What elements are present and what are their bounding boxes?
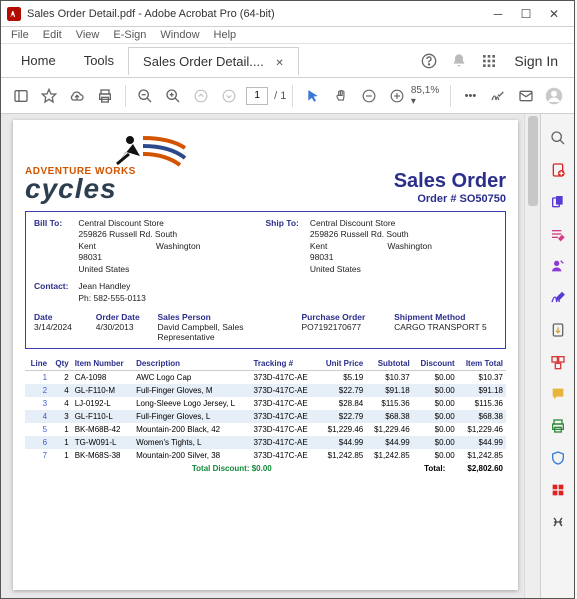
titlebar: Sales Order Detail.pdf - Adobe Acrobat P… [1,1,574,27]
toolbar: / 1 85,1% ▾ ••• [1,78,574,114]
combine-files-icon[interactable] [548,192,568,212]
vertical-scrollbar[interactable] [524,114,540,598]
tab-home[interactable]: Home [7,47,70,74]
tab-tools[interactable]: Tools [70,47,128,74]
tabs-row: Home Tools Sales Order Detail.... ✕ Sign… [1,44,574,78]
order-title: Sales Order [394,170,506,193]
menu-help[interactable]: Help [214,29,237,41]
menu-window[interactable]: Window [160,29,199,41]
app-window: Sales Order Detail.pdf - Adobe Acrobat P… [0,0,575,599]
zoom-in-button[interactable] [387,85,407,107]
menu-esign[interactable]: E-Sign [113,29,146,41]
mail-icon[interactable] [516,85,536,107]
sign-in-link[interactable]: Sign In [504,53,568,69]
items-table: Line Qty Item Number Description Trackin… [25,357,506,462]
total-value: $2,802.60 [448,462,506,475]
table-row: 43GL-F110-LFull-Finger Gloves, L373D-417… [25,410,506,423]
fill-sign-icon[interactable] [548,288,568,308]
logo: ADVENTURE WORKS cycles [25,130,225,205]
redact-icon[interactable] [548,512,568,532]
app-icon [7,7,21,21]
apps-grid-icon[interactable] [478,50,500,72]
table-row: 51BK-M68B-42Mountain-200 Black, 42373D-4… [25,423,506,436]
order-title-block: Sales Order Order # SO50750 [394,170,506,205]
right-tool-rail [540,114,574,598]
table-row: 12CA-1098AWC Logo Cap373D-417C-AE$5.19$1… [25,371,506,385]
print-icon[interactable] [95,85,115,107]
account-icon[interactable] [544,85,564,107]
table-row: 24GL-F110-MFull-Finger Gloves, M373D-417… [25,384,506,397]
maximize-button[interactable]: ☐ [512,7,540,21]
select-tool-icon[interactable] [303,85,323,107]
menu-file[interactable]: File [11,29,29,41]
page-up-icon[interactable] [191,85,211,107]
menu-view[interactable]: View [76,29,100,41]
request-sign-icon[interactable] [548,256,568,276]
table-header-row: Line Qty Item Number Description Trackin… [25,357,506,371]
menu-bar: File Edit View E-Sign Window Help [1,27,574,44]
contact-info: Jean Handley Ph: 582-555-0113 [78,281,145,304]
page-viewport[interactable]: ADVENTURE WORKS cycles Sales Order Order… [1,114,524,598]
table-row: 34LJ-0192-LLong-Sleeve Logo Jersey, L373… [25,397,506,410]
edit-pdf-icon[interactable] [548,224,568,244]
contact-label: Contact: [34,281,76,291]
table-row: 61TG-W091-LWomen's Tights, L373D-417C-AE… [25,436,506,449]
hand-tool-icon[interactable] [331,85,351,107]
create-pdf-icon[interactable] [548,160,568,180]
scrollbar-thumb[interactable] [528,116,538,206]
minimize-button[interactable]: ─ [484,7,512,21]
pdf-page: ADVENTURE WORKS cycles Sales Order Order… [13,120,518,590]
billto-label: Bill To: [34,218,76,228]
content-area: ADVENTURE WORKS cycles Sales Order Order… [1,114,574,598]
organize-pages-icon[interactable] [548,352,568,372]
page-sep: / [274,90,277,102]
shipto-address: Central Discount Store 259826 Russell Rd… [310,218,432,275]
tab-close-icon[interactable]: ✕ [275,58,283,69]
total-discount: Total Discount: $0.00 [150,462,314,475]
table-row: 71BK-M68S-38Mountain-200 Silver, 38373D-… [25,449,506,462]
billto-address: Central Discount Store 259826 Russell Rd… [78,218,200,275]
address-box: Bill To: Central Discount Store 259826 R… [25,211,506,349]
close-button[interactable]: ✕ [540,7,568,21]
more-tools-rail-icon[interactable] [548,480,568,500]
signature-icon[interactable] [488,85,508,107]
order-number: Order # SO50750 [394,193,506,205]
total-label: Total: [314,462,449,475]
order-info-row: Date3/14/2024 Order Date4/30/2013 Sales … [34,312,497,342]
help-icon[interactable] [418,50,440,72]
sidebar-toggle-icon[interactable] [11,85,31,107]
page-current-input[interactable] [246,87,268,105]
zoom-in-icon[interactable] [163,85,183,107]
bell-icon[interactable] [448,50,470,72]
export-pdf-icon[interactable] [548,320,568,340]
menu-edit[interactable]: Edit [43,29,62,41]
protect-icon[interactable] [548,448,568,468]
page-down-icon[interactable] [219,85,239,107]
window-title: Sales Order Detail.pdf - Adobe Acrobat P… [27,8,484,20]
cloud-upload-icon[interactable] [67,85,87,107]
search-icon[interactable] [548,128,568,148]
comment-icon[interactable] [548,384,568,404]
zoom-out-button[interactable] [359,85,379,107]
zoom-level[interactable]: 85,1% ▾ [411,85,444,107]
shipto-label: Ship To: [266,218,308,228]
page-total: 1 [280,90,286,102]
tab-document-label: Sales Order Detail.... [143,54,264,69]
zoom-out-icon[interactable] [136,85,156,107]
star-icon[interactable] [39,85,59,107]
more-tools-icon[interactable]: ••• [461,85,481,107]
scan-ocr-icon[interactable] [548,416,568,436]
tab-document-active[interactable]: Sales Order Detail.... ✕ [128,47,299,75]
brand-line2: cycles [25,173,225,205]
